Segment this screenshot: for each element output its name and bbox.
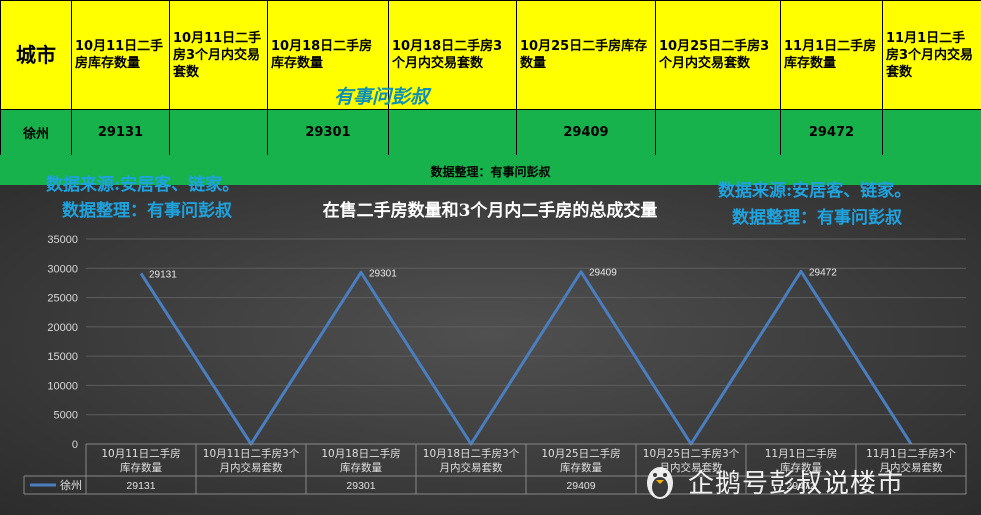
watermark-compiler-right: 数据整理：有事问彭叔 bbox=[732, 208, 902, 228]
x-category-label: 10月18日二手房 bbox=[321, 447, 400, 460]
x-category-label: 10月11日二手房3个 bbox=[203, 447, 300, 460]
data-label: 29472 bbox=[809, 267, 837, 278]
x-category-label: 10月11日二手房 bbox=[101, 447, 180, 460]
x-category-label: 10月18日二手房3个 bbox=[423, 447, 520, 460]
y-tick-label: 20000 bbox=[47, 322, 78, 334]
x-category-label: 库存数量 bbox=[340, 461, 382, 474]
x-category-label: 月内交易套数 bbox=[440, 461, 503, 474]
y-tick-label: 5000 bbox=[54, 410, 78, 422]
y-tick-label: 10000 bbox=[47, 380, 78, 392]
penguin-icon bbox=[647, 467, 673, 499]
y-tick-label: 25000 bbox=[47, 293, 78, 305]
data-label: 29409 bbox=[589, 268, 617, 279]
data-label: 29131 bbox=[149, 269, 177, 280]
watermark-teal: 有事问彭叔 bbox=[334, 86, 430, 108]
y-tick-label: 30000 bbox=[47, 263, 78, 275]
table-value: 29301 bbox=[346, 480, 375, 492]
chart-title: 在售二手房数量和3个月内二手房的总成交量 bbox=[323, 200, 658, 221]
legend-series-name: 徐州 bbox=[60, 478, 82, 492]
y-tick-label: 35000 bbox=[47, 234, 78, 246]
x-category-label: 库存数量 bbox=[120, 461, 162, 474]
gridlines bbox=[86, 238, 966, 416]
x-category-label: 10月25日二手房 bbox=[541, 447, 620, 460]
corner-watermark: 企鹅号彭叔说楼市 bbox=[640, 459, 970, 503]
data-labels: 29131 29301 29409 29472 bbox=[149, 267, 837, 280]
x-category-label: 月内交易套数 bbox=[220, 461, 283, 474]
table-value: 29409 bbox=[566, 480, 595, 492]
watermark-source-left: 数据来源:安居客、链家。 bbox=[46, 175, 240, 195]
y-tick-label: 0 bbox=[72, 439, 78, 451]
table-value: 29131 bbox=[126, 480, 155, 492]
y-axis-ticks: 0 5000 10000 15000 20000 25000 30000 35000 bbox=[47, 234, 78, 451]
line-chart: 在售二手房数量和3个月内二手房的总成交量 0 5000 10000 15000 2000… bbox=[23, 200, 967, 495]
data-label: 29301 bbox=[369, 268, 397, 279]
watermark-source-right: 数据来源:安居客、链家。 bbox=[718, 181, 912, 201]
watermark-compiler-left: 数据整理：有事问彭叔 bbox=[62, 201, 232, 221]
corner-text: 企鹅号彭叔说楼市 bbox=[688, 468, 905, 499]
x-category-label: 库存数量 bbox=[560, 461, 602, 474]
y-tick-label: 15000 bbox=[47, 351, 78, 363]
